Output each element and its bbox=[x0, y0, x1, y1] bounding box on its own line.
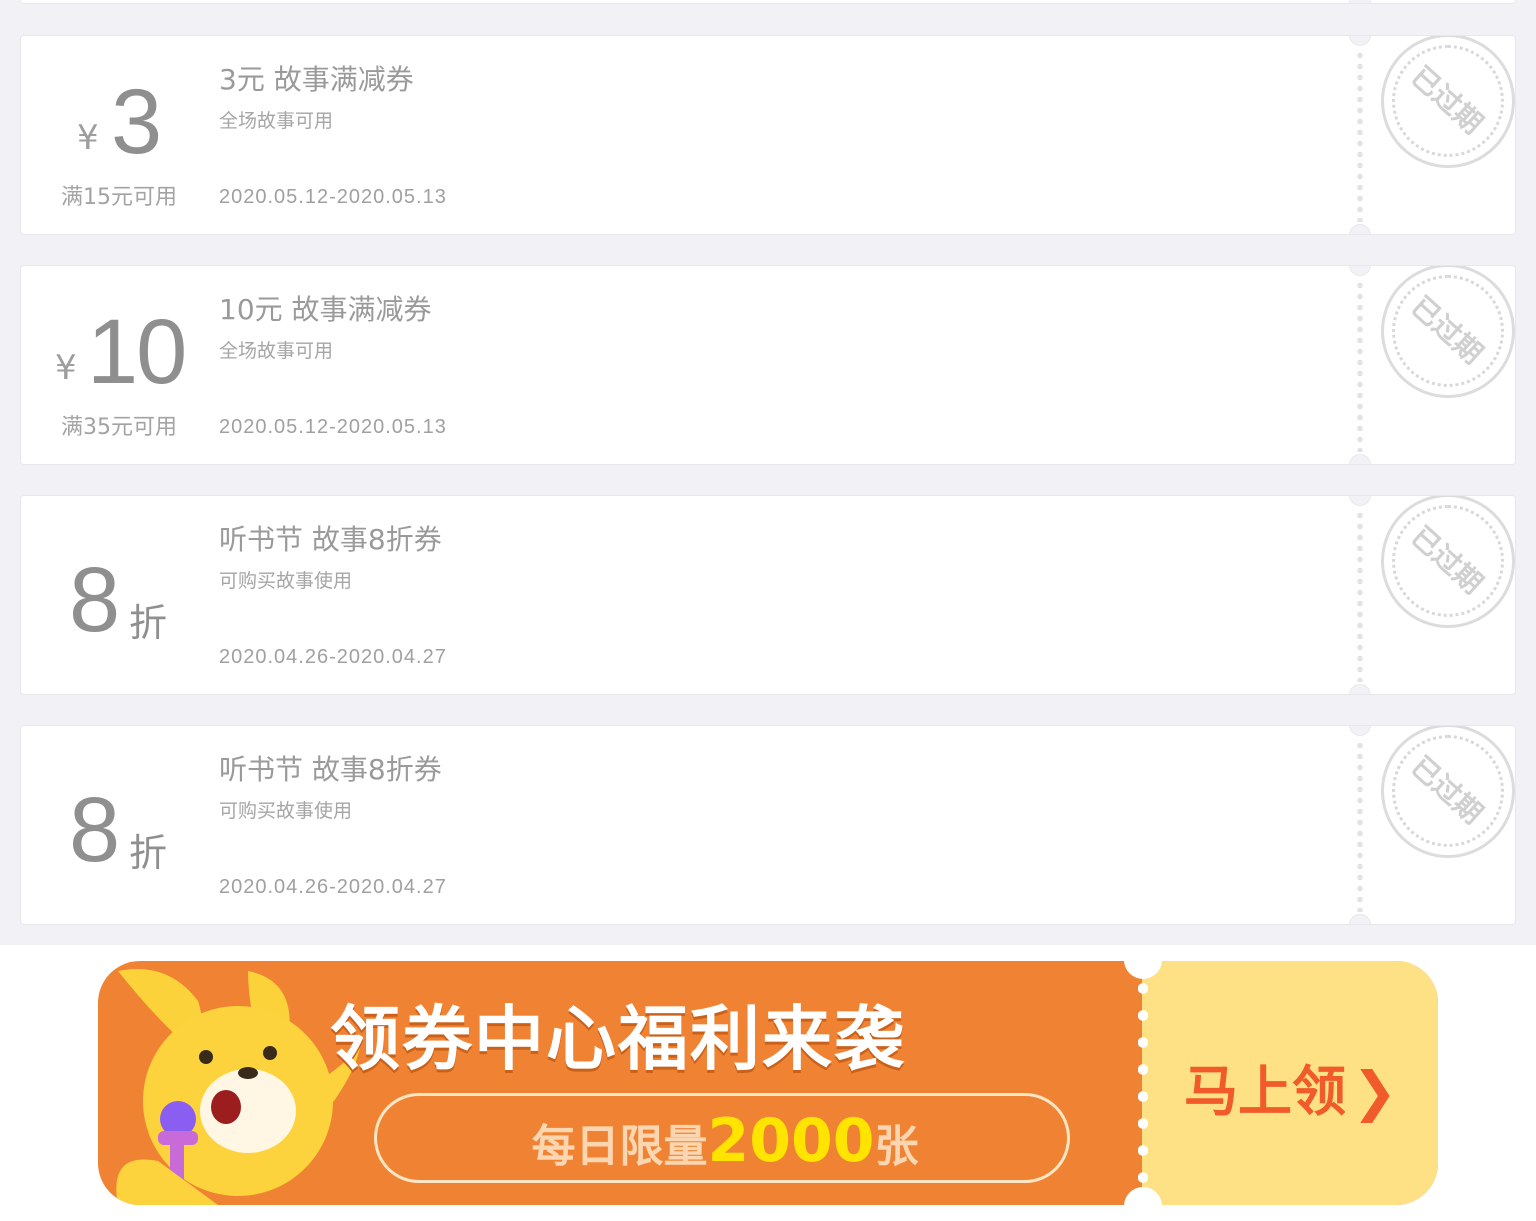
limit-prefix: 每日限量 bbox=[531, 1121, 708, 1172]
coupon-notch bbox=[1349, 914, 1371, 924]
chevron-right-icon: ❯ bbox=[1352, 1060, 1398, 1123]
claim-now-button[interactable]: 马上领 ❯ bbox=[1184, 1047, 1397, 1126]
coupon-card[interactable]: ¥ 3 满15元可用 3元 故事满减券 全场故事可用 2020.05.12-20… bbox=[20, 35, 1516, 235]
coupon-title: 10元 故事满减券 bbox=[219, 293, 432, 326]
banner-headline: 领券中心福利来袭 bbox=[330, 998, 906, 1080]
coupon-value: 3 bbox=[111, 71, 162, 173]
coupon-condition: 满15元可用 bbox=[61, 185, 177, 210]
limit-count: 2000 bbox=[707, 1106, 875, 1176]
coupon-notch bbox=[1349, 454, 1371, 464]
yuan-symbol: ¥ bbox=[77, 118, 99, 158]
coupon-perforation bbox=[1356, 266, 1364, 464]
coupon-amount: ¥ 3 满15元可用 bbox=[21, 36, 217, 234]
coupon-amount: ¥ 10 满35元可用 bbox=[21, 266, 217, 464]
coupon-value: 8 bbox=[69, 779, 120, 881]
coupon-desc: 可购买故事使用 bbox=[219, 570, 353, 592]
discount-unit: 折 bbox=[129, 831, 168, 875]
coupon-desc: 可购买故事使用 bbox=[219, 800, 353, 822]
yuan-symbol: ¥ bbox=[55, 348, 77, 388]
coupon-date: 2020.05.12-2020.05.13 bbox=[219, 416, 447, 438]
coupon-center-banner[interactable]: 领券中心福利来袭 每日限量2000张 马上领 ❯ bbox=[98, 961, 1438, 1205]
coupon-card-partial[interactable] bbox=[20, 0, 1516, 4]
coupon-title: 3元 故事满减券 bbox=[219, 63, 414, 96]
discount-unit: 折 bbox=[129, 601, 168, 645]
limit-suffix: 张 bbox=[874, 1121, 919, 1172]
coupon-perforation bbox=[1356, 726, 1364, 924]
coupon-amount: 8 折 bbox=[21, 726, 217, 924]
daily-limit-pill: 每日限量2000张 bbox=[374, 1093, 1070, 1183]
coupon-card[interactable]: 8 折 听书节 故事8折券 可购买故事使用 2020.04.26-2020.04… bbox=[20, 725, 1516, 925]
coupon-date: 2020.05.12-2020.05.13 bbox=[219, 186, 447, 208]
coupon-date: 2020.04.26-2020.04.27 bbox=[219, 646, 447, 668]
expired-stamp-icon: 已过期 bbox=[1381, 496, 1515, 628]
expired-stamp-icon: 已过期 bbox=[1381, 36, 1515, 168]
coupon-desc: 全场故事可用 bbox=[219, 340, 334, 362]
coupon-title: 听书节 故事8折券 bbox=[219, 753, 442, 786]
coupon-perforation bbox=[1356, 496, 1364, 694]
coupon-info: 听书节 故事8折券 可购买故事使用 bbox=[219, 748, 442, 823]
coupon-perforation bbox=[1356, 36, 1364, 234]
coupon-value: 8 bbox=[69, 549, 120, 651]
coupon-value: 10 bbox=[87, 301, 187, 403]
coupon-notch bbox=[1349, 224, 1371, 234]
rabbit-mascot-icon bbox=[116, 969, 360, 1205]
coupon-info: 10元 故事满减券 全场故事可用 bbox=[219, 288, 432, 363]
coupon-card[interactable]: 8 折 听书节 故事8折券 可购买故事使用 2020.04.26-2020.04… bbox=[20, 495, 1516, 695]
banner-area: 领券中心福利来袭 每日限量2000张 马上领 ❯ bbox=[0, 945, 1536, 1221]
coupon-date: 2020.04.26-2020.04.27 bbox=[219, 876, 447, 898]
coupon-info: 听书节 故事8折券 可购买故事使用 bbox=[219, 518, 442, 593]
coupon-amount: 8 折 bbox=[21, 496, 217, 694]
coupon-condition: 满35元可用 bbox=[61, 415, 177, 440]
claim-now-label: 马上领 bbox=[1184, 1060, 1346, 1123]
expired-stamp-icon: 已过期 bbox=[1381, 726, 1515, 858]
coupon-notch bbox=[1349, 0, 1371, 3]
coupon-desc: 全场故事可用 bbox=[219, 110, 334, 132]
coupon-title: 听书节 故事8折券 bbox=[219, 523, 442, 556]
banner-perforation bbox=[1138, 975, 1148, 1191]
expired-stamp-icon: 已过期 bbox=[1381, 266, 1515, 398]
coupon-list: ¥ 3 满15元可用 3元 故事满减券 全场故事可用 2020.05.12-20… bbox=[0, 0, 1536, 945]
coupon-card[interactable]: ¥ 10 满35元可用 10元 故事满减券 全场故事可用 2020.05.12-… bbox=[20, 265, 1516, 465]
coupon-notch bbox=[1349, 684, 1371, 694]
coupon-info: 3元 故事满减券 全场故事可用 bbox=[219, 58, 414, 133]
